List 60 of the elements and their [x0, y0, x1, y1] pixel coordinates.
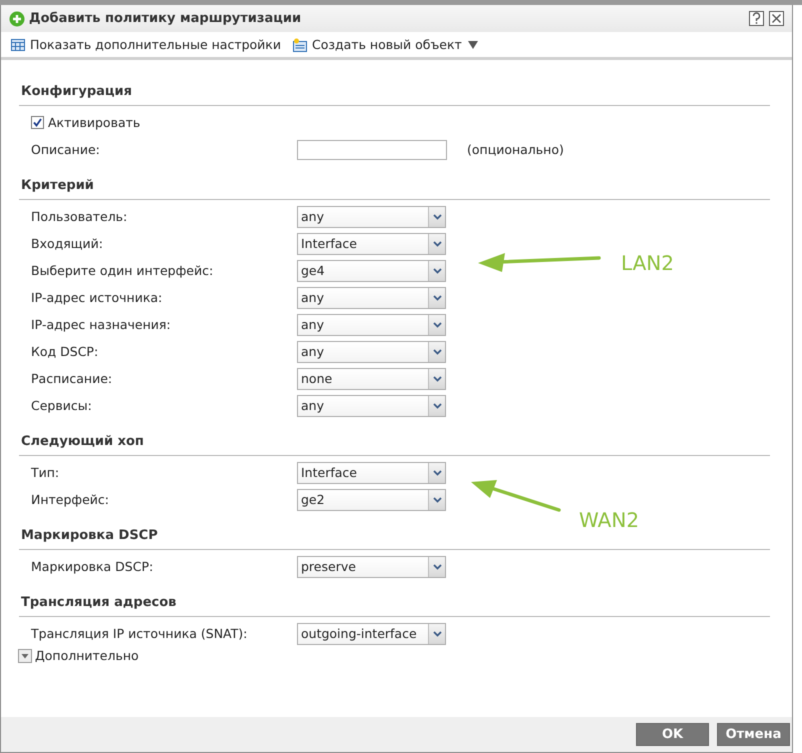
checkbox-label: Активировать	[48, 115, 140, 130]
dropdown[interactable]: Interface	[297, 232, 446, 254]
add-icon	[9, 10, 25, 26]
table-icon	[11, 38, 25, 52]
caret-icon	[432, 294, 442, 300]
caret-icon	[432, 564, 442, 570]
caret-icon	[432, 402, 442, 408]
caret-icon	[432, 268, 442, 274]
advanced-toggle[interactable]: Дополнительно	[18, 648, 139, 663]
caret-icon	[432, 376, 442, 382]
section-heading: Трансляция адресов	[19, 593, 770, 617]
create-object-menu[interactable]: Создать новый объект	[292, 37, 478, 52]
dropdown[interactable]: any	[297, 286, 446, 308]
dropdown[interactable]: any	[297, 340, 446, 362]
help-icon[interactable]	[749, 11, 764, 26]
field-label: Маркировка DSCP:	[31, 559, 154, 574]
checkbox[interactable]	[31, 116, 44, 129]
section-heading: Следующий хоп	[19, 432, 770, 456]
dropdown[interactable]: none	[297, 368, 446, 390]
caret-icon	[432, 348, 442, 354]
caret-icon	[432, 214, 442, 220]
hint-text: (опционально)	[467, 142, 564, 157]
expand-icon	[18, 648, 32, 662]
window-title: Добавить политику маршрутизации	[29, 11, 302, 26]
section-heading: Критерий	[19, 176, 770, 200]
section-heading: Конфигурация	[19, 82, 770, 106]
dropdown[interactable]: any	[297, 206, 446, 228]
caret-icon	[432, 470, 442, 476]
field-label: Код DSCP:	[31, 344, 100, 359]
caret-icon	[432, 240, 442, 246]
dropdown[interactable]: ge4	[297, 260, 446, 282]
caret-icon	[432, 630, 442, 636]
close-icon[interactable]	[769, 11, 784, 26]
caret-icon	[468, 40, 478, 50]
field-label: IP-адрес назначения:	[31, 317, 172, 332]
section-heading: Маркировка DSCP	[19, 526, 770, 550]
advanced-settings-button[interactable]: Показать дополнительные настройки	[11, 37, 281, 52]
dropdown[interactable]: preserve	[297, 556, 446, 578]
ok-button[interactable]: OK	[636, 723, 709, 746]
caret-icon	[432, 322, 442, 328]
field-label: Трансляция IP источника (SNAT):	[31, 626, 248, 641]
dropdown[interactable]: Interface	[297, 462, 446, 484]
field-label: IP-адрес источника:	[31, 290, 164, 305]
field-label: Входящий:	[31, 236, 104, 251]
dropdown[interactable]: ge2	[297, 488, 446, 510]
dropdown[interactable]: any	[297, 314, 446, 336]
caret-icon	[432, 496, 442, 502]
field-label: Описание:	[31, 142, 101, 157]
description-field[interactable]	[297, 140, 447, 160]
field-label: Пользователь:	[31, 209, 128, 224]
dropdown[interactable]: outgoing-interface	[297, 622, 446, 644]
annotation-label: LAN2	[621, 251, 674, 275]
field-label: Выберите один интерфейс:	[31, 263, 214, 278]
dropdown[interactable]: any	[297, 394, 446, 416]
cancel-button[interactable]: Отмена	[717, 723, 790, 746]
field-label: Тип:	[31, 465, 60, 480]
field-label: Интерфейс:	[31, 492, 110, 507]
window-icon	[292, 38, 307, 52]
field-label: Расписание:	[31, 371, 114, 386]
field-label: Сервисы:	[31, 398, 93, 413]
